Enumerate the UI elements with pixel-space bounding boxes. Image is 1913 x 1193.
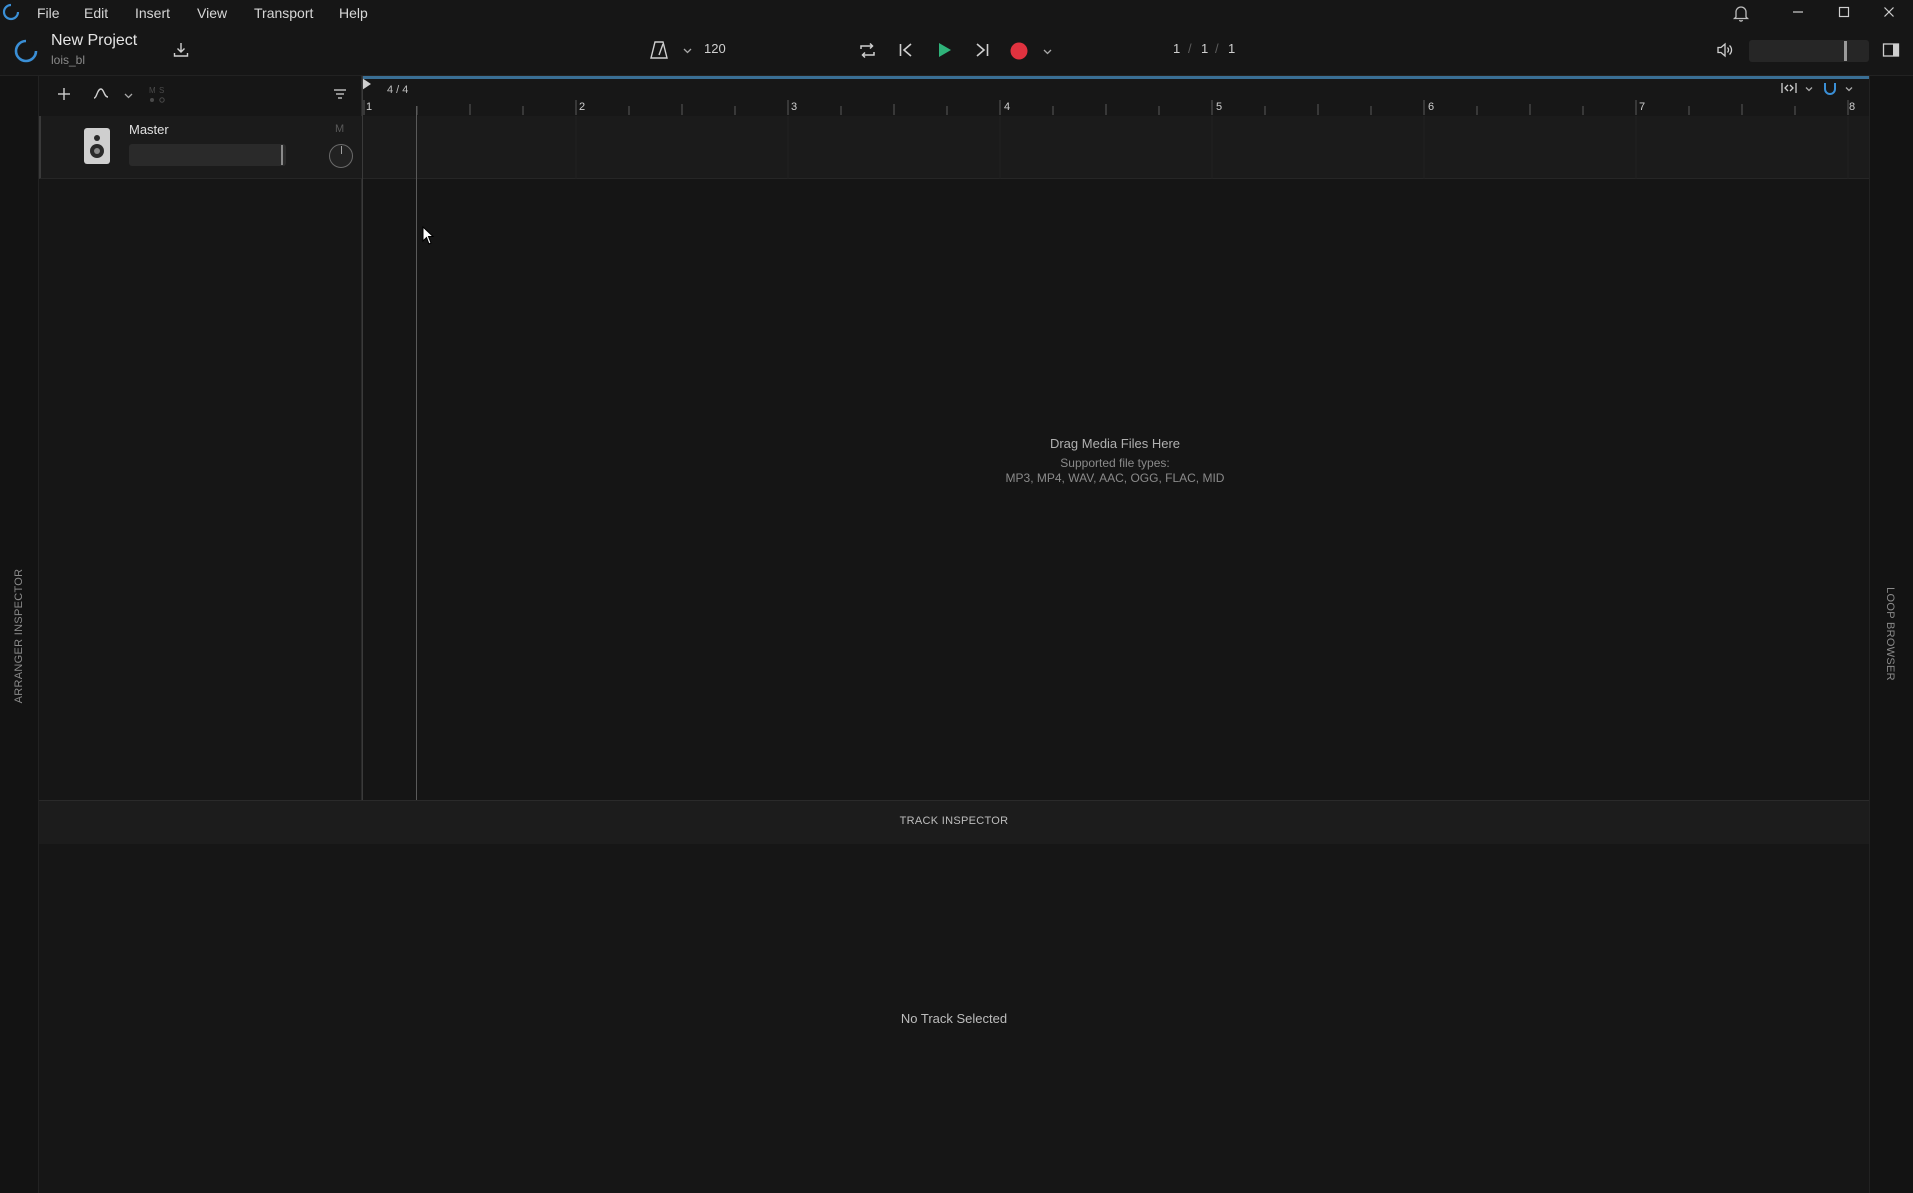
app-logo-icon [2, 3, 20, 21]
position-tick[interactable]: 1 [1228, 41, 1235, 56]
master-track-lane[interactable] [362, 116, 1869, 179]
master-pan-knob[interactable] [329, 144, 353, 168]
drop-zone-title: Drag Media Files Here [1049, 436, 1181, 451]
skip-to-end-icon[interactable] [972, 40, 992, 60]
save-download-icon[interactable] [171, 40, 191, 60]
position-separator: / [1188, 41, 1192, 56]
menu-insert[interactable]: Insert [135, 5, 170, 21]
project-logo-icon [13, 38, 39, 64]
position-bar[interactable]: 1 [1173, 41, 1180, 56]
skip-to-start-icon[interactable] [896, 40, 916, 60]
speaker-icon [84, 128, 110, 164]
notifications-bell-icon[interactable] [1732, 4, 1750, 22]
automation-dropdown-chevron-icon[interactable] [123, 90, 134, 101]
playhead-line[interactable] [416, 106, 417, 800]
header-toolbar: New Project lois_bl 120 1 / 1 / 1 [0, 26, 1913, 76]
loop-browser-label[interactable]: LOOP BROWSER [1884, 587, 1896, 681]
project-title[interactable]: New Project [51, 32, 137, 50]
play-icon[interactable] [934, 40, 954, 60]
record-dropdown-chevron-icon[interactable] [1042, 46, 1053, 57]
metronome-icon[interactable] [648, 39, 670, 61]
master-volume-slider[interactable] [1749, 40, 1869, 62]
track-inspector-title: TRACK INSPECTOR [899, 815, 1009, 827]
master-lane-grid [575, 116, 1849, 179]
fit-width-icon[interactable] [1780, 81, 1798, 95]
minimize-icon[interactable] [1790, 4, 1806, 20]
playhead-marker-icon[interactable] [362, 78, 372, 90]
master-mute-button[interactable]: M [335, 123, 344, 135]
arranger-inspector-rail[interactable]: ARRANGER INSPECTOR [0, 76, 39, 1193]
maximize-icon[interactable] [1836, 4, 1852, 20]
tempo-value[interactable]: 120 [704, 41, 726, 56]
close-icon[interactable] [1881, 4, 1897, 20]
arranger-left-edge [362, 76, 363, 800]
track-inspector-body: No Track Selected [39, 844, 1869, 1193]
master-volume-slider-handle[interactable] [1844, 41, 1847, 61]
position-beat[interactable]: 1 [1201, 41, 1208, 56]
menu-bar: File Edit Insert View Transport Help [0, 0, 1913, 26]
svg-text:M: M [149, 86, 156, 95]
master-volume-fader[interactable] [129, 144, 286, 166]
snap-dropdown-chevron-icon[interactable] [1844, 84, 1854, 94]
master-track-name[interactable]: Master [129, 122, 169, 137]
menu-edit[interactable]: Edit [84, 5, 108, 21]
drop-zone-subtitle: Supported file types: [1060, 456, 1170, 470]
master-volume-fader-handle[interactable] [281, 145, 283, 165]
metronome-dropdown-chevron-icon[interactable] [682, 45, 693, 56]
menu-view[interactable]: View [197, 5, 227, 21]
svg-text:S: S [159, 86, 164, 95]
zoom-dropdown-chevron-icon[interactable] [1804, 84, 1814, 94]
master-track-header[interactable]: Master M [39, 116, 362, 179]
snap-magnet-icon[interactable] [1822, 81, 1838, 95]
timeline-ruler[interactable]: 4 / 4 1 2 3 4 5 6 7 8 [362, 76, 1869, 116]
track-list-panel: MS [39, 76, 362, 800]
ruler-ticks [363, 100, 1849, 115]
arranger-inspector-label[interactable]: ARRANGER INSPECTOR [13, 569, 25, 704]
speaker-volume-icon[interactable] [1715, 40, 1735, 60]
drop-zone-file-types: MP3, MP4, WAV, AAC, OGG, FLAC, MID [1005, 471, 1225, 485]
no-track-selected-message: No Track Selected [900, 1011, 1008, 1026]
loop-icon[interactable] [857, 40, 878, 61]
position-separator: / [1215, 41, 1219, 56]
record-icon[interactable] [1009, 41, 1029, 61]
menu-file[interactable]: File [37, 5, 60, 21]
mouse-cursor-icon [422, 226, 436, 246]
automation-curve-icon[interactable] [92, 85, 110, 103]
toggle-right-panel-icon[interactable] [1881, 40, 1901, 60]
track-inspector-header[interactable]: TRACK INSPECTOR [39, 800, 1869, 844]
mute-solo-group-icon[interactable]: MS [147, 84, 169, 106]
menu-transport[interactable]: Transport [254, 5, 313, 21]
project-owner: lois_bl [51, 53, 86, 67]
add-track-icon[interactable] [56, 86, 72, 102]
loop-browser-rail[interactable]: LOOP BROWSER [1869, 76, 1913, 1193]
menu-help[interactable]: Help [339, 5, 368, 21]
filter-icon[interactable] [332, 86, 348, 102]
